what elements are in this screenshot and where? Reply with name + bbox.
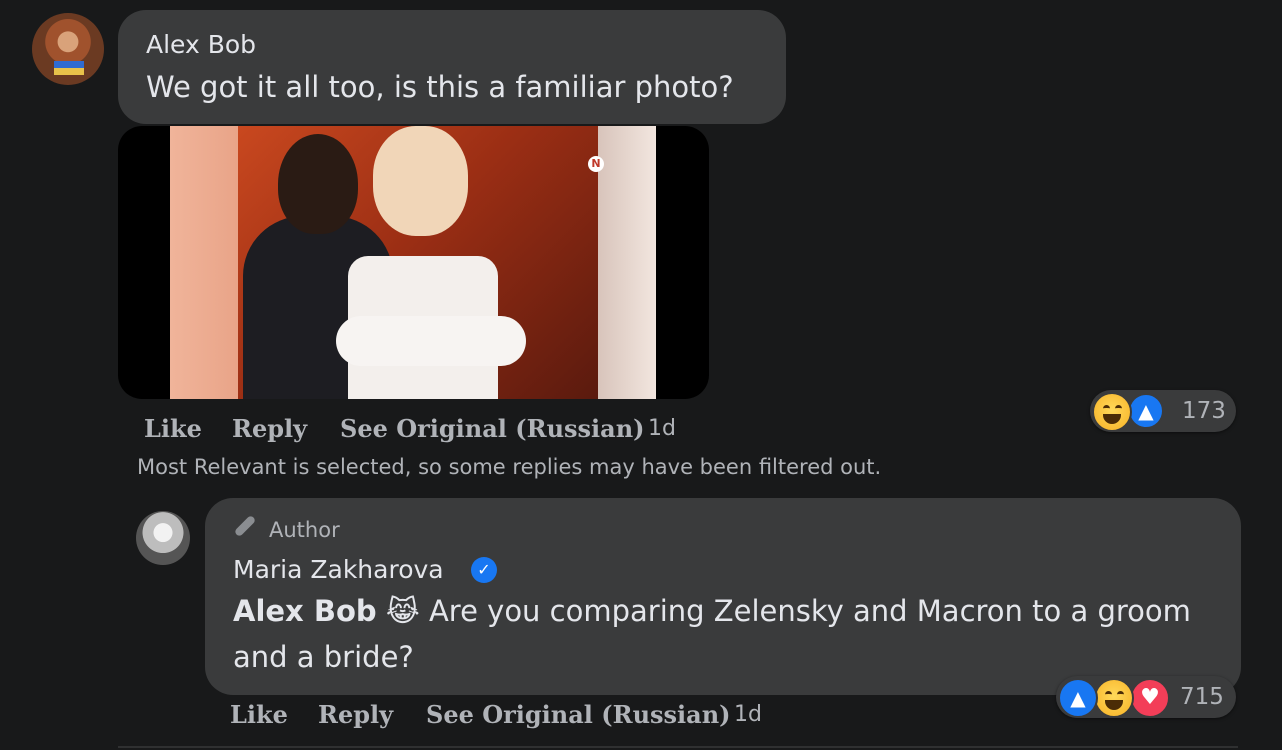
reply-text: Are you comparing Zelensky and Macron to… [233, 594, 1191, 674]
comment-text: We got it all too, is this a familiar ph… [146, 70, 734, 104]
haha-icon [1092, 392, 1132, 432]
reaction-summary[interactable]: ▲ 173 [1090, 390, 1236, 432]
reply-reply-button[interactable]: Reply [318, 700, 393, 729]
crying-cat-emoji-icon: 😹 [385, 594, 420, 628]
comment-photo[interactable]: N [118, 126, 709, 399]
reply-bubble: Author Maria Zakharova ✓ Alex Bob 😹 Are … [205, 498, 1241, 695]
verified-badge-icon: ✓ [471, 557, 497, 583]
reply-author[interactable]: Maria Zakharova [233, 555, 444, 584]
reply-text-block: Alex Bob 😹 Are you comparing Zelensky an… [233, 588, 1213, 680]
love-icon: ♥ [1130, 678, 1170, 718]
commenter-avatar[interactable] [32, 13, 104, 85]
comment-timestamp[interactable]: 1d [648, 416, 676, 441]
comment-author[interactable]: Alex Bob [146, 30, 256, 59]
reply-author-avatar[interactable] [136, 511, 190, 565]
like-icon: ▲ [1058, 678, 1098, 718]
bottom-divider [118, 746, 1238, 748]
mention-link[interactable]: Alex Bob [233, 594, 377, 628]
microphone-icon [233, 514, 257, 538]
reply-like-button[interactable]: Like [230, 700, 288, 729]
filter-note: Most Relevant is selected, so some repli… [137, 455, 882, 479]
comment-bubble: Alex Bob We got it all too, is this a fa… [118, 10, 786, 124]
photo-watermark: N [588, 156, 604, 172]
see-original-button[interactable]: See Original (Russian) [340, 414, 645, 443]
reaction-count: 173 [1182, 398, 1226, 424]
like-icon: ▲ [1128, 393, 1164, 429]
reply-reaction-count: 715 [1180, 684, 1224, 710]
haha-icon [1094, 678, 1134, 718]
reply-reaction-summary[interactable]: ▲ ♥ 715 [1056, 676, 1236, 718]
like-button[interactable]: Like [144, 414, 202, 443]
reply-timestamp[interactable]: 1d [734, 702, 762, 727]
reply-button[interactable]: Reply [232, 414, 307, 443]
reply-see-original-button[interactable]: See Original (Russian) [426, 700, 731, 729]
